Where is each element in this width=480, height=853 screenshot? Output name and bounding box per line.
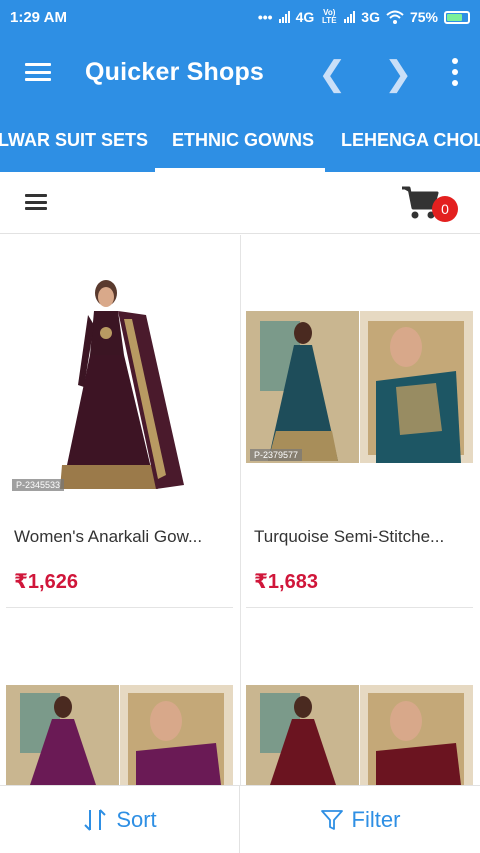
- product-price: ₹1,626: [14, 571, 78, 593]
- product-card[interactable]: P-2379577 Turquoise Semi-Stitche... ₹1,6…: [240, 235, 480, 615]
- app-title: Quicker Shops: [85, 57, 265, 86]
- battery-icon: [444, 10, 470, 24]
- signal-icon: [278, 11, 290, 23]
- filter-label: Filter: [351, 806, 401, 832]
- product-name[interactable]: Women's Anarkali Gow...: [14, 527, 202, 547]
- more-dots-icon: •••: [257, 9, 273, 25]
- product-name[interactable]: Turquoise Semi-Stitche...: [254, 527, 444, 547]
- product-image[interactable]: [6, 685, 233, 785]
- tab-lehenga-choli[interactable]: LEHENGA CHOLI: [341, 130, 480, 151]
- category-tabs: LWAR SUIT SETS ETHNIC GOWNS LEHENGA CHOL…: [0, 110, 480, 172]
- hamburger-menu-icon[interactable]: [25, 63, 51, 81]
- signal-icon-2: [344, 11, 356, 23]
- sort-icon: [84, 808, 107, 831]
- battery-percent: 75%: [409, 9, 438, 25]
- tab-salwar-suit-sets[interactable]: LWAR SUIT SETS: [0, 130, 148, 151]
- status-bar: 1:29 AM ••• 4G Vo) LTE 3G 75%: [0, 0, 480, 34]
- product-image[interactable]: [246, 685, 473, 785]
- tab-ethnic-gowns[interactable]: ETHNIC GOWNS: [172, 130, 314, 151]
- card-divider: [6, 607, 233, 608]
- status-icons: ••• 4G Vo) LTE 3G 75%: [258, 9, 470, 25]
- network-type-1: 4G: [295, 9, 315, 25]
- product-code: P-2379577: [250, 449, 303, 461]
- back-arrow-icon[interactable]: ❮: [318, 54, 347, 94]
- wifi-icon: [386, 10, 404, 24]
- status-time: 1:29 AM: [10, 8, 67, 26]
- product-image[interactable]: [6, 275, 233, 507]
- product-price: ₹1,683: [254, 571, 318, 593]
- product-code: P-2345533: [12, 479, 65, 491]
- product-card[interactable]: [0, 615, 240, 785]
- filter-button[interactable]: Filter: [240, 786, 480, 853]
- product-card[interactable]: P-2345533 Women's Anarkali Gow... ₹1,626: [0, 235, 240, 615]
- app-bar: Quicker Shops ❮ ❯: [0, 34, 480, 110]
- list-menu-icon[interactable]: [25, 194, 47, 210]
- bottom-action-bar: Sort Filter: [0, 785, 480, 853]
- toolbar: [0, 172, 480, 234]
- filter-icon: [320, 809, 343, 830]
- network-type-2: 3G: [361, 9, 380, 25]
- volte-label: Vo) LTE: [322, 8, 337, 25]
- product-image[interactable]: [246, 311, 473, 463]
- card-divider: [246, 607, 473, 608]
- sort-label: Sort: [116, 806, 157, 832]
- product-card[interactable]: [240, 615, 480, 785]
- overflow-menu-icon[interactable]: [452, 58, 458, 86]
- forward-arrow-icon[interactable]: ❯: [384, 54, 413, 94]
- product-grid: P-2345533 Women's Anarkali Gow... ₹1,626…: [0, 235, 480, 785]
- sort-button[interactable]: Sort: [0, 786, 240, 853]
- cart-count-badge: 0: [432, 196, 458, 222]
